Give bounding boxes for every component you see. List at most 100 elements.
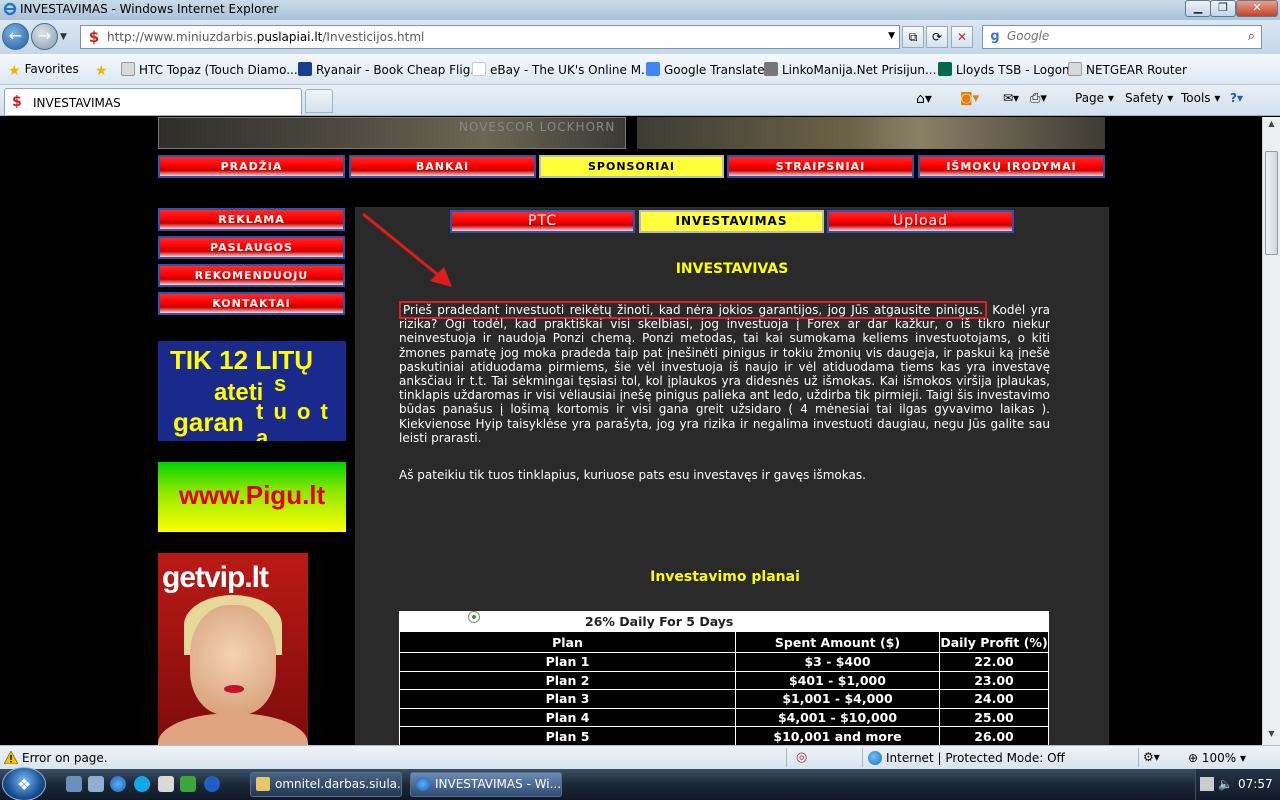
- second-paragraph: Aš pateikiu tik tuos tinklapius, kuriuos…: [399, 468, 866, 482]
- column-header-plan: Plan: [399, 631, 736, 653]
- page-heading: INVESTAVIVAS: [675, 261, 789, 277]
- protected-mode-icon[interactable]: ⚙▾: [1143, 750, 1160, 764]
- address-bar[interactable]: $ http://www.miniuzdarbis.puslapiai.lt/I…: [80, 25, 900, 49]
- network-icon[interactable]: [1200, 777, 1214, 791]
- print-icon[interactable]: ⎙▾: [1030, 91, 1047, 106]
- app-icon[interactable]: [180, 776, 196, 792]
- nav-pradzia[interactable]: PRADŽIA: [158, 155, 345, 178]
- favorite-link[interactable]: eBay - The UK's Online M...: [472, 62, 653, 77]
- favorite-link[interactable]: NETGEAR Router: [1068, 62, 1187, 77]
- tools-menu[interactable]: Tools ▾: [1181, 91, 1220, 105]
- show-desktop-icon[interactable]: [66, 776, 82, 792]
- table-row: Plan 2 $401 - $1,000 23.00: [399, 670, 1049, 691]
- privacy-report-icon[interactable]: ◎: [796, 750, 807, 765]
- sub-nav-ptc[interactable]: PTC: [450, 210, 635, 233]
- ryanair-icon: [298, 62, 312, 76]
- mail-icon[interactable]: ✉▾: [1003, 91, 1019, 105]
- scrollbar-thumb[interactable]: [1265, 151, 1278, 255]
- favorites-bar: ★ Favorites ★ HTC Topaz (Touch Diamo... R…: [0, 54, 1280, 85]
- minimize-button[interactable]: ▁: [1185, 0, 1211, 17]
- forward-button[interactable]: →: [31, 23, 58, 50]
- nav-sponsoriai[interactable]: SPONSORIAI: [539, 155, 724, 178]
- favorite-link[interactable]: Ryanair - Book Cheap Flig...: [298, 62, 482, 77]
- warning-icon[interactable]: [4, 751, 18, 764]
- side-nav-kontaktai[interactable]: KONTAKTAI: [158, 292, 345, 315]
- new-tab-button[interactable]: [305, 89, 333, 113]
- skype-icon[interactable]: [134, 776, 150, 792]
- address-dropdown-icon[interactable]: ▼: [888, 31, 895, 41]
- refresh-icon[interactable]: ⟳: [926, 26, 948, 48]
- switch-windows-icon[interactable]: [88, 776, 104, 792]
- header-banner-left: NOVESCOR LOCKHORN: [158, 117, 626, 149]
- search-box[interactable]: g ⌕: [982, 25, 1262, 49]
- favorites-button[interactable]: ★ Favorites: [8, 62, 79, 79]
- scroll-up-icon[interactable]: ▲: [1265, 119, 1278, 133]
- lloyds-icon: [938, 62, 952, 76]
- tab-investavimas[interactable]: $ INVESTAVIMAS: [4, 88, 302, 115]
- maximize-button[interactable]: ❐: [1210, 0, 1236, 17]
- ebay-icon: [472, 62, 486, 76]
- internet-explorer-icon: [3, 2, 17, 16]
- close-window-button[interactable]: ✕: [1236, 0, 1278, 17]
- search-icon[interactable]: ⌕: [1248, 29, 1255, 44]
- vertical-scrollbar[interactable]: ▲ ▼: [1262, 117, 1280, 745]
- scroll-down-icon[interactable]: ▼: [1265, 729, 1278, 743]
- plan-caption: 26% Daily For 5 Days: [585, 614, 734, 629]
- compatibility-view-icon[interactable]: ⧉: [902, 26, 924, 48]
- ad-12-litu-banner[interactable]: TIK 12 LITŲ ateti s garan t u o t a: [158, 341, 346, 441]
- start-button[interactable]: [2, 767, 46, 800]
- home-icon[interactable]: ⌂▾: [916, 91, 932, 107]
- rss-feed-icon[interactable]: ◙▾: [960, 91, 979, 106]
- ad-getvip-banner[interactable]: getvip.lt: [158, 553, 308, 745]
- app-icon[interactable]: [204, 776, 220, 792]
- safety-menu[interactable]: Safety ▾: [1125, 91, 1173, 105]
- system-tray: 🔈 07:57: [1195, 769, 1280, 800]
- security-zone[interactable]: Internet | Protected Mode: Off: [868, 751, 1065, 765]
- table-row: Plan 3 $1,001 - $4,000 24.00: [399, 689, 1049, 709]
- header-banner-right: [637, 117, 1105, 149]
- side-nav-reklama[interactable]: REKLAMA: [158, 208, 345, 231]
- sub-nav-upload[interactable]: Upload: [827, 210, 1014, 233]
- sub-nav-investavimas[interactable]: INVESTAVIMAS: [639, 210, 824, 233]
- internet-explorer-icon: [416, 777, 430, 791]
- intro-paragraph: Prieš pradedant investuoti reikėtų žinot…: [399, 301, 1051, 445]
- side-nav-paslaugos[interactable]: PASLAUGOS: [158, 236, 345, 259]
- plan-radio-button[interactable]: [468, 611, 480, 623]
- stop-icon[interactable]: ✕: [951, 26, 973, 48]
- calculator-icon[interactable]: [158, 776, 174, 792]
- plans-heading: Investavimo planai: [650, 569, 800, 585]
- table-row: Plan 5 $10,001 and more 26.00: [399, 726, 1049, 745]
- nav-bankai[interactable]: BANKAI: [349, 155, 536, 178]
- nav-straipsniai[interactable]: STRAIPSNIAI: [727, 155, 914, 178]
- help-icon[interactable]: ?▾: [1230, 91, 1243, 105]
- error-on-page-text[interactable]: Error on page.: [22, 751, 108, 765]
- internet-explorer-quicklaunch-icon[interactable]: [110, 776, 126, 792]
- nav-ismoku-irodymai[interactable]: IŠMOKŲ ĮRODYMAI: [918, 155, 1105, 178]
- clock[interactable]: 07:57: [1238, 777, 1273, 791]
- page-menu[interactable]: Page ▾: [1075, 91, 1114, 105]
- page-icon: [121, 62, 135, 76]
- column-header-daily-profit: Daily Profit (%): [939, 631, 1049, 653]
- table-row: Plan 4 $4,001 - $10,000 25.00: [399, 707, 1049, 728]
- favorite-link[interactable]: HTC Topaz (Touch Diamo...: [121, 62, 298, 77]
- ad-pigu-banner[interactable]: www.Pigu.lt: [158, 462, 346, 532]
- investment-plans-table: Plan Spent Amount ($) Daily Profit (%) P…: [399, 631, 1049, 745]
- url-text[interactable]: http://www.miniuzdarbis.puslapiai.lt/Inv…: [107, 30, 424, 44]
- side-nav-rekomenduoju[interactable]: REKOMENDUOJU: [158, 264, 345, 287]
- favorite-link[interactable]: Google Translate: [646, 62, 765, 77]
- taskbar-item-investavimas[interactable]: INVESTAVIMAS - Wi...: [410, 772, 562, 797]
- volume-icon[interactable]: 🔈: [1218, 777, 1233, 791]
- page-icon: [1068, 62, 1082, 76]
- back-button[interactable]: ←: [2, 23, 29, 50]
- site-favicon-icon: $: [86, 29, 102, 45]
- favorite-link[interactable]: Lloyds TSB - Logon: [938, 62, 1070, 77]
- google-icon: g: [990, 29, 1000, 44]
- add-to-favorites-icon[interactable]: ★: [95, 62, 112, 79]
- globe-icon: [868, 751, 882, 765]
- history-dropdown-icon[interactable]: ▼: [60, 32, 67, 42]
- search-input[interactable]: [1007, 29, 1227, 43]
- zoom-level[interactable]: ⊕ 100% ▾: [1188, 751, 1246, 765]
- taskbar-item-omnitel[interactable]: omnitel.darbas.siula...: [250, 772, 402, 797]
- favorite-link[interactable]: LinkoManija.Net Prisijun...: [764, 62, 936, 77]
- star-icon: ★: [8, 63, 21, 79]
